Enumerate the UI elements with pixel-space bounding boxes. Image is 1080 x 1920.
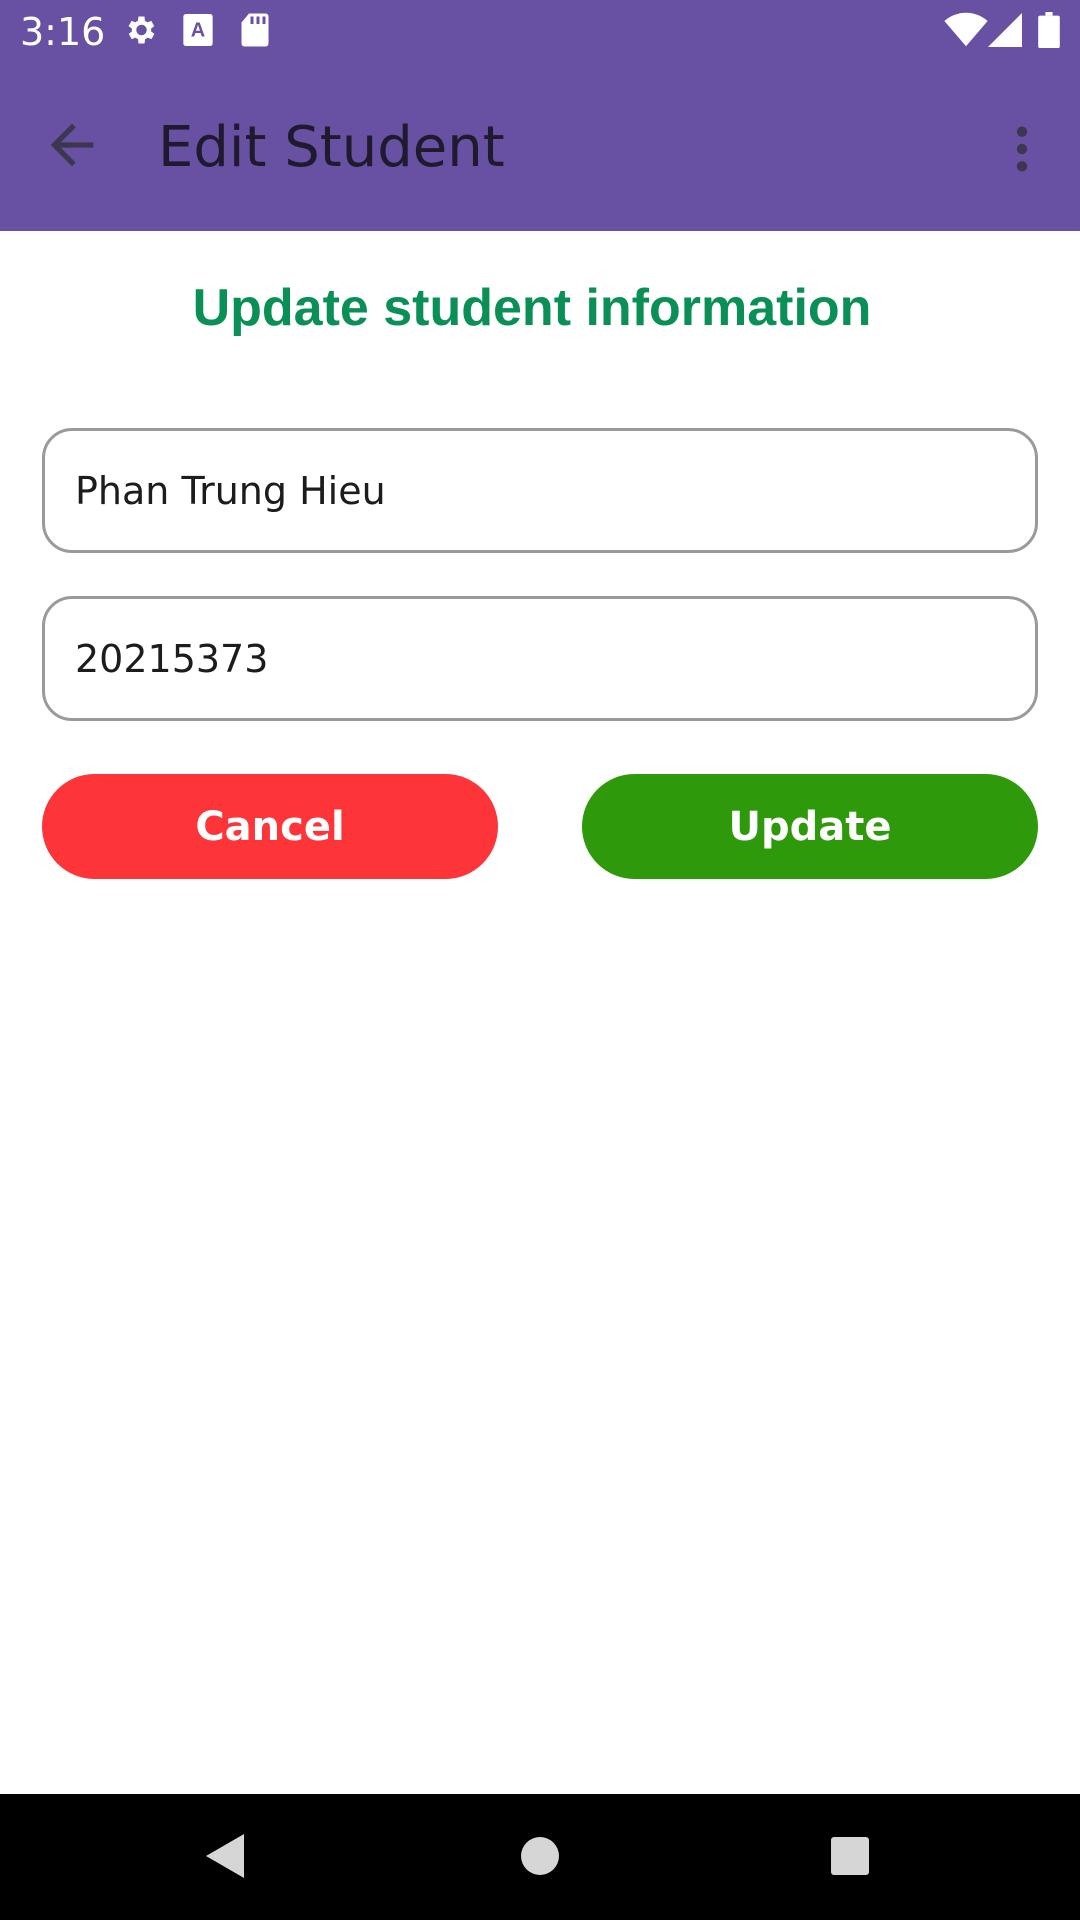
update-button[interactable]: Update: [582, 774, 1038, 879]
recents-square-icon[interactable]: [830, 1836, 870, 1876]
status-time: 3:16: [20, 10, 106, 54]
update-button-label: Update: [728, 803, 892, 850]
font-icon: A: [183, 14, 213, 46]
back-triangle-icon[interactable]: [204, 1832, 246, 1880]
system-nav-bar: [0, 1794, 1080, 1920]
student-id-input[interactable]: [75, 636, 1035, 681]
signal-icon: [988, 13, 1022, 47]
more-vertical-icon[interactable]: [996, 119, 1048, 179]
form-heading: Update student information: [192, 279, 872, 337]
name-input[interactable]: [75, 468, 1035, 513]
status-bar: 3:16 A: [0, 0, 1080, 63]
sd-card-icon: [241, 13, 269, 47]
svg-text:A: A: [191, 20, 205, 42]
battery-icon: [1038, 12, 1060, 48]
name-field[interactable]: [42, 428, 1038, 553]
arrow-left-icon[interactable]: [40, 113, 104, 177]
student-id-field[interactable]: [42, 596, 1038, 721]
page-title: Edit Student: [158, 115, 505, 180]
cancel-button-label: Cancel: [195, 803, 345, 850]
app-bar: Edit Student: [0, 63, 1080, 231]
wifi-icon: [944, 12, 988, 47]
gear-icon: [128, 16, 155, 44]
cancel-button[interactable]: Cancel: [42, 774, 498, 879]
home-circle-icon[interactable]: [520, 1836, 560, 1876]
